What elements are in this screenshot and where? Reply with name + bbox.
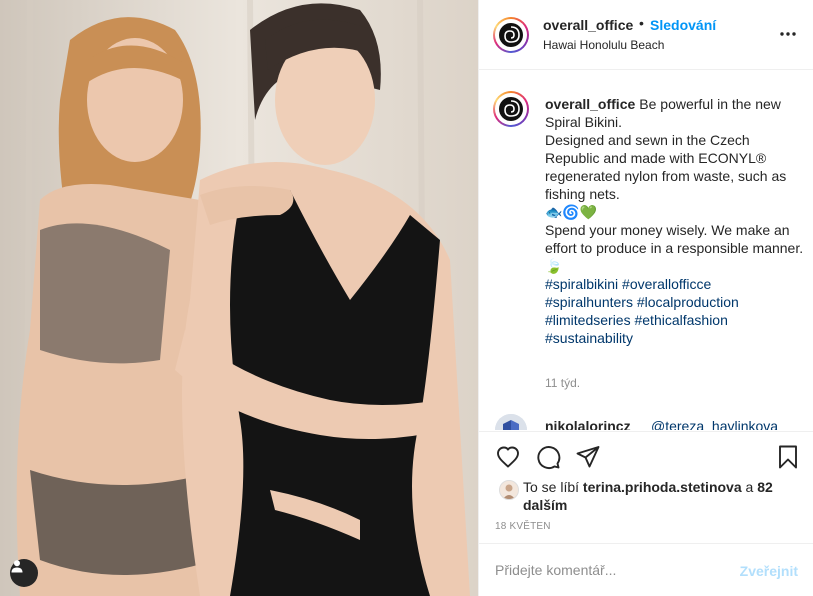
post-comment-button[interactable]: Zveřejnit [740, 563, 798, 579]
more-dots-icon[interactable] [778, 24, 798, 44]
hashtag-link[interactable]: #limitedseries [545, 312, 631, 328]
separator-dot: • [639, 15, 644, 31]
spiral-logo-icon [499, 23, 523, 47]
spiral-logo-icon [499, 97, 523, 121]
post-location[interactable]: Hawai Honolulu Beach [543, 38, 664, 52]
caption-username[interactable]: overall_office [545, 96, 635, 112]
comment-bubble-icon[interactable] [535, 444, 561, 470]
likes-connector: a [745, 479, 754, 495]
post-caption: overall_office Be powerful in the new Spi… [545, 95, 807, 347]
comments-section[interactable]: overall_office Be powerful in the new Spi… [479, 71, 813, 430]
commenter-username[interactable]: nikolalorincz [545, 418, 631, 430]
post-actions: To se líbí terina.prihoda.stetinova a 82… [479, 431, 813, 543]
hashtag-row: #limitedseries #ethicalfashion [545, 311, 807, 329]
comment-input[interactable] [495, 559, 725, 581]
bookmark-icon[interactable] [775, 444, 801, 470]
caption-emoji-line: 🍃 [545, 258, 563, 274]
caption-emoji-line: 🐟🌀💚 [545, 204, 598, 220]
hashtag-link[interactable]: #localproduction [637, 294, 739, 310]
caption-line: Spend your money wisely. We make an effo… [545, 222, 804, 256]
avatar-photo [500, 481, 518, 499]
caption-line: Designed and sewn in the Czech Republic … [545, 132, 787, 202]
liker-avatar[interactable] [499, 480, 519, 500]
comment-mention[interactable]: @tereza_havlinkova [651, 418, 778, 430]
paper-plane-icon[interactable] [575, 444, 601, 470]
tagged-users-button[interactable] [10, 559, 38, 587]
post-photo-illustration [0, 0, 478, 596]
hashtag-row: #spiralhunters #localproduction [545, 293, 807, 311]
caption-time-ago[interactable]: 11 týd. [545, 376, 580, 390]
post-photo[interactable] [0, 0, 478, 596]
liker-username[interactable]: terina.prihoda.stetinova [583, 479, 742, 495]
likes-summary: To se líbí terina.prihoda.stetinova a 82… [523, 478, 803, 514]
avatar-photo [495, 414, 527, 430]
hashtag-link[interactable]: #sustainability [545, 330, 633, 346]
follow-button[interactable]: Sledování [650, 17, 716, 33]
add-comment-bar: Zveřejnit [479, 543, 813, 596]
hashtag-link[interactable]: #overallofficce [622, 276, 711, 292]
hashtag-link[interactable]: #ethicalfashion [634, 312, 727, 328]
post-date[interactable]: 18 KVĚTEN [495, 521, 551, 532]
heart-icon[interactable] [495, 444, 521, 470]
likes-prefix: To se líbí [523, 479, 580, 495]
hashtag-link[interactable]: #spiralhunters [545, 294, 633, 310]
commenter-avatar[interactable] [495, 414, 527, 430]
post-header: overall_office • Sledování Hawai Honolul… [479, 0, 813, 70]
person-icon [11, 560, 23, 573]
hashtag-row: #sustainability [545, 329, 807, 347]
author-avatar[interactable] [493, 17, 529, 53]
author-username[interactable]: overall_office [543, 17, 633, 33]
caption-author-avatar[interactable] [493, 91, 529, 127]
hashtag-link[interactable]: #spiralbikini [545, 276, 618, 292]
post-detail-panel: overall_office • Sledování Hawai Honolul… [478, 0, 813, 596]
hashtag-row: #spiralbikini #overallofficce [545, 275, 807, 293]
